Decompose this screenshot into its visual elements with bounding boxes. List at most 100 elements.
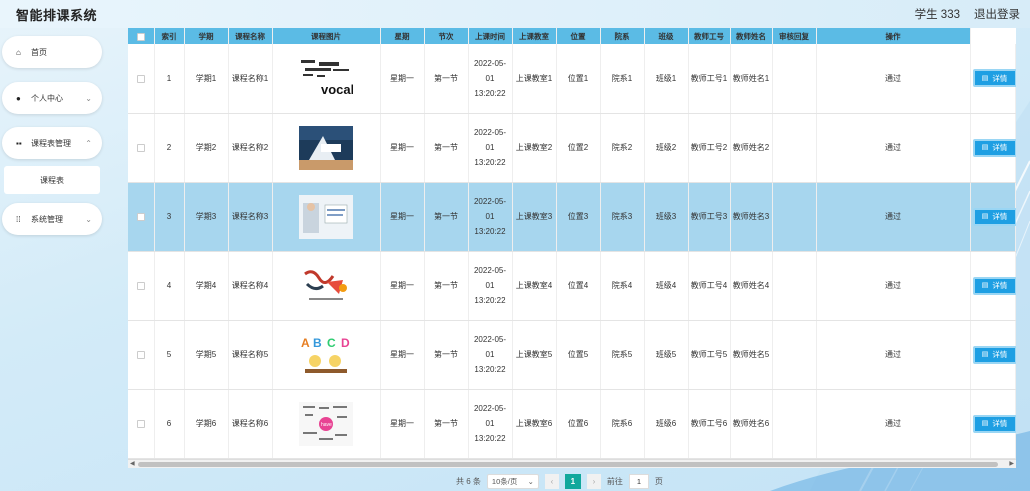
detail-button[interactable]: ▤ 详情 <box>972 138 1016 157</box>
cell-status: 通过 <box>816 320 971 390</box>
sidebar-item-home[interactable]: ⌂ 首页 <box>2 36 102 68</box>
row-checkbox[interactable] <box>136 143 145 152</box>
page-number-current[interactable]: 1 <box>564 473 581 489</box>
document-icon: ▤ <box>981 420 989 427</box>
user-name: 学生 333 <box>914 9 960 21</box>
sidebar-item-schedule-mgmt[interactable]: ▪▪ 课程表管理 ⌃ <box>2 127 102 159</box>
row-select-cell[interactable] <box>128 113 155 183</box>
cell-status: 通过 <box>816 44 971 114</box>
table-row[interactable]: 2 学期2 课程名称2 星期一 第一节 2022-05-01 13:20:22 上课教室2 位… <box>128 113 1016 183</box>
cell-tname: 教师姓名4 <box>730 251 773 321</box>
cell-dept: 院系4 <box>600 251 645 321</box>
detail-button[interactable]: ▤ 详情 <box>972 414 1016 433</box>
row-checkbox[interactable] <box>136 74 145 83</box>
cell-tname: 教师姓名6 <box>730 389 773 459</box>
sidebar: ⌂ 首页 ● 个人中心 ⌄ ▪▪ 课程表管理 ⌃ 课程表 ⁞⁞ 系统管理 ⌄ <box>0 28 104 491</box>
header-cell: 教师工号 <box>688 28 731 44</box>
cell-location: 位置2 <box>556 113 601 183</box>
cell-tno: 教师工号1 <box>688 44 731 114</box>
user-area: 学生 333 退出登录 <box>915 6 1020 22</box>
scroll-left-icon[interactable]: ◀ <box>130 460 135 467</box>
cell-tno: 教师工号5 <box>688 320 731 390</box>
action-cell: ▤ 详情 <box>970 113 1016 183</box>
detail-button-label: 详情 <box>992 419 1008 428</box>
sidebar-item-personal[interactable]: ● 个人中心 ⌄ <box>2 82 102 114</box>
course-image: have <box>299 401 353 446</box>
detail-button[interactable]: ▤ 详情 <box>972 69 1016 88</box>
course-image <box>299 125 353 170</box>
cell-course: 课程名称3 <box>228 182 273 252</box>
sidebar-item-label: 首页 <box>31 47 47 57</box>
cell-course: 课程名称4 <box>228 251 273 321</box>
cell-term: 学期2 <box>184 113 229 183</box>
document-icon: ▤ <box>981 282 989 289</box>
cell-dept: 院系6 <box>600 389 645 459</box>
grid-icon: ▪▪ <box>16 138 22 148</box>
row-checkbox[interactable] <box>136 419 145 428</box>
cell-location: 位置6 <box>556 389 601 459</box>
detail-button-label: 详情 <box>992 143 1008 152</box>
table-row[interactable]: 3 学期3 课程名称3 星期一 第一节 2022-05-01 13:20:22 上课教室3 位… <box>128 182 1016 252</box>
header-cell: 上课教室 <box>512 28 557 44</box>
cell-status: 通过 <box>816 113 971 183</box>
cell-status: 通过 <box>816 251 971 321</box>
row-checkbox[interactable] <box>136 281 145 290</box>
row-checkbox[interactable] <box>136 212 145 221</box>
apps-icon: ⁞⁞ <box>16 214 21 224</box>
header-cell: 审核回复 <box>772 28 817 44</box>
svg-text:have: have <box>321 422 332 428</box>
cell-class: 班级4 <box>644 251 689 321</box>
horizontal-scrollbar[interactable]: ◀ ▶ <box>128 459 1016 468</box>
data-table-panel: 索引 学期 课程名称 课程图片 星期 节次 上课时间 上课教室 位置 院系 班级… <box>128 28 1016 468</box>
logout-link[interactable]: 退出登录 <box>974 6 1020 22</box>
table-row[interactable]: 4 学期4 课程名称4 星期一 第一节 2022-05-01 13:20:22 上课教室4 位… <box>128 251 1016 321</box>
cell-reply <box>772 44 817 114</box>
row-select-cell[interactable] <box>128 320 155 390</box>
header-cell: 学期 <box>184 28 229 44</box>
header-cell: 课程图片 <box>272 28 381 44</box>
table-row[interactable]: 6 学期6 课程名称6 have 星期一 第一节 2022-05-01 13:20:22 上课… <box>128 389 1016 459</box>
prev-page-button[interactable]: ‹ <box>544 473 559 489</box>
course-image-cell: vocabulary words <box>272 44 381 114</box>
header-select-all[interactable] <box>128 28 155 44</box>
cell-reply <box>772 320 817 390</box>
cell-dept: 院系3 <box>600 182 645 252</box>
row-checkbox[interactable] <box>136 350 145 359</box>
cell-index: 5 <box>154 320 185 390</box>
row-select-cell[interactable] <box>128 251 155 321</box>
page-size-select[interactable]: 10条/页 ⌄ <box>486 473 539 489</box>
document-icon: ▤ <box>981 351 989 358</box>
cell-status: 通过 <box>816 182 971 252</box>
table-row[interactable]: 5 学期5 课程名称5 A B C D 星期一 第一节 2022-05-01 13:20:22 上课… <box>128 320 1016 390</box>
next-page-button[interactable]: › <box>586 473 601 489</box>
total-count: 共 6 条 <box>456 476 481 486</box>
table-row[interactable]: 1学期1课程名称1 vocabulary words 星期一第一节2022-05-0… <box>128 44 1016 114</box>
sidebar-item-label: 课程表管理 <box>31 138 71 148</box>
row-select-cell[interactable] <box>128 44 155 114</box>
detail-button[interactable]: ▤ 详情 <box>972 345 1016 364</box>
scrollbar-thumb[interactable] <box>138 462 998 467</box>
document-icon: ▤ <box>981 74 989 82</box>
sidebar-item-system-mgmt[interactable]: ⁞⁞ 系统管理 ⌄ <box>2 203 102 235</box>
cell-weekday: 星期一 <box>380 320 425 390</box>
chevron-down-icon: ⌄ <box>527 476 534 486</box>
cell-room: 上课教室4 <box>512 251 557 321</box>
cell-class: 班级1 <box>644 44 689 114</box>
cell-period: 第一节 <box>424 44 469 114</box>
row-select-cell[interactable] <box>128 182 155 252</box>
document-icon: ▤ <box>981 213 989 220</box>
scroll-right-icon[interactable]: ▶ <box>1009 460 1014 467</box>
chevron-down-icon: ⌄ <box>85 93 92 103</box>
goto-page-input[interactable]: 1 <box>628 473 649 489</box>
row-select-cell[interactable] <box>128 389 155 459</box>
detail-button[interactable]: ▤ 详情 <box>972 276 1016 295</box>
pagination: 共 6 条 10条/页 ⌄ ‹ 1 › 前往 1 页 <box>456 473 663 489</box>
sidebar-subitem-schedule[interactable]: 课程表 <box>4 166 100 194</box>
course-image <box>299 194 353 239</box>
cell-room: 上课教室2 <box>512 113 557 183</box>
detail-button[interactable]: ▤ 详情 <box>972 207 1016 226</box>
action-cell: ▤ 详情 <box>970 182 1016 252</box>
cell-room: 上课教室5 <box>512 320 557 390</box>
cell-period: 第一节 <box>424 251 469 321</box>
select-all-checkbox[interactable] <box>136 32 145 41</box>
